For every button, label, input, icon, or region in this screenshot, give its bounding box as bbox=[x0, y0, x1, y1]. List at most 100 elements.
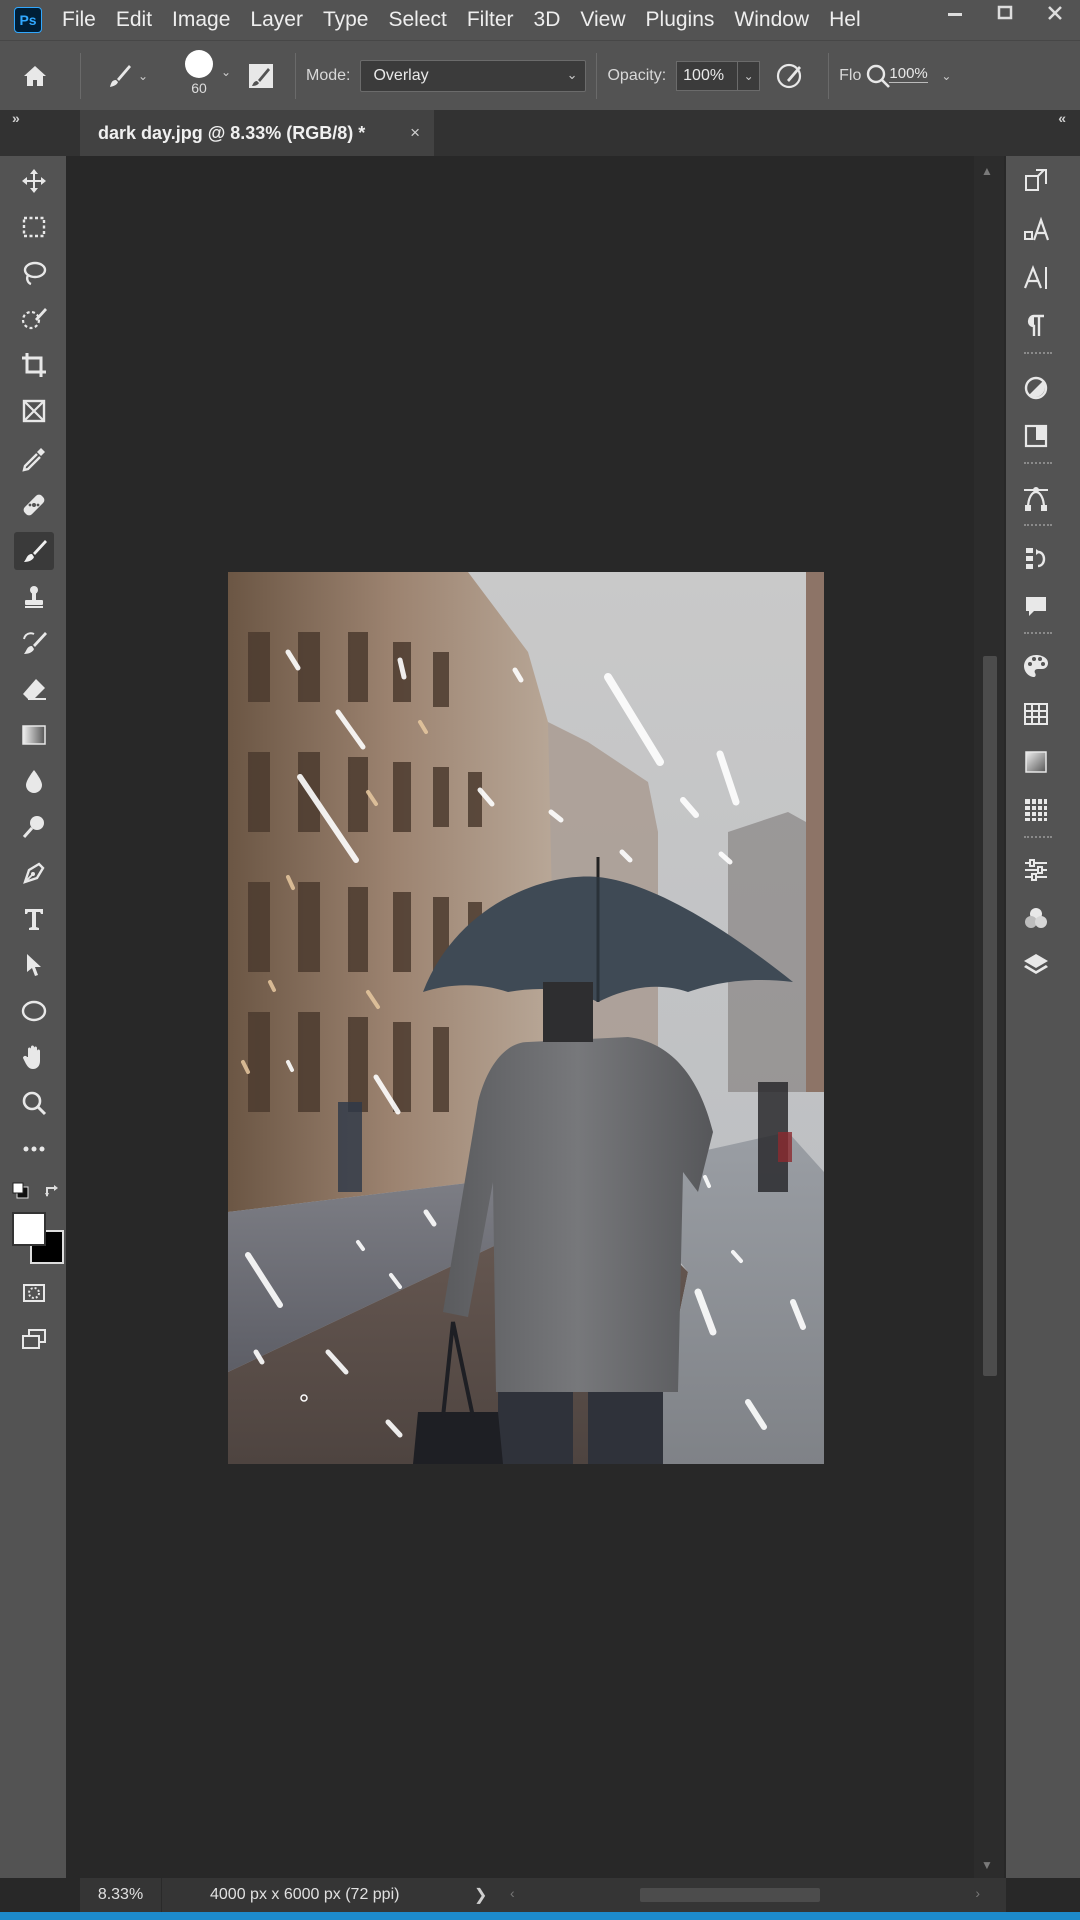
quick-mask-button[interactable] bbox=[14, 1274, 54, 1312]
menu-view[interactable]: View bbox=[570, 8, 635, 32]
history-brush-tool[interactable] bbox=[14, 624, 54, 662]
hand-tool[interactable] bbox=[14, 1038, 54, 1076]
quick-select-tool[interactable] bbox=[14, 300, 54, 338]
default-colors-icon bbox=[12, 1182, 29, 1199]
eyedropper-tool[interactable] bbox=[14, 440, 54, 478]
character-styles-button[interactable] bbox=[1018, 162, 1054, 198]
stamp-icon bbox=[25, 586, 43, 608]
brush-tool[interactable] bbox=[14, 532, 54, 570]
type-tool[interactable] bbox=[14, 900, 54, 938]
gradient-tool[interactable] bbox=[14, 716, 54, 754]
vertical-scrollbar[interactable]: ▲ ▼ bbox=[974, 156, 1004, 1878]
close-icon bbox=[1048, 6, 1062, 20]
frame-tool[interactable] bbox=[14, 392, 54, 430]
glyphs-button[interactable] bbox=[1018, 212, 1054, 248]
home-button[interactable] bbox=[0, 41, 70, 111]
foreground-color-swatch[interactable] bbox=[12, 1212, 46, 1246]
blur-tool[interactable] bbox=[14, 762, 54, 800]
gradients-button[interactable] bbox=[1018, 744, 1054, 780]
patterns-button[interactable] bbox=[1018, 792, 1054, 828]
opacity-dropdown[interactable]: ⌄ bbox=[738, 60, 761, 91]
marquee-tool[interactable] bbox=[14, 208, 54, 246]
path-selection-tool[interactable] bbox=[14, 946, 54, 984]
chevron-down-icon: ⌄ bbox=[566, 66, 578, 82]
brush-preset-picker[interactable]: ⌄ bbox=[91, 41, 161, 111]
document-canvas[interactable] bbox=[228, 572, 824, 1464]
pen-icon bbox=[23, 862, 45, 884]
layers-button[interactable] bbox=[1018, 946, 1054, 982]
menu-image[interactable]: Image bbox=[162, 8, 240, 32]
collapse-panels-icon[interactable]: « bbox=[1058, 110, 1066, 126]
chevron-down-icon: ⌄ bbox=[137, 68, 149, 83]
path-select-icon bbox=[27, 954, 41, 976]
zoom-tool[interactable] bbox=[14, 1084, 54, 1122]
mode-select[interactable]: Overlay ⌄ bbox=[360, 59, 587, 92]
minimize-button[interactable] bbox=[930, 0, 980, 26]
menu-window[interactable]: Window bbox=[724, 8, 819, 32]
clone-stamp-tool[interactable] bbox=[14, 578, 54, 616]
flow-label: Flo bbox=[839, 66, 862, 84]
photo-rainy-street-image bbox=[228, 572, 824, 1464]
document-tab[interactable]: dark day.jpg @ 8.33% (RGB/8) * × bbox=[80, 110, 434, 156]
history-button[interactable] bbox=[1018, 540, 1054, 576]
dodge-tool[interactable] bbox=[14, 808, 54, 846]
search-icon bbox=[867, 64, 891, 88]
properties-button[interactable] bbox=[1018, 852, 1054, 888]
glyphs-icon bbox=[1024, 216, 1050, 241]
menu-help[interactable]: Hel bbox=[819, 8, 871, 32]
menu-select[interactable]: Select bbox=[378, 8, 456, 32]
scroll-left-icon[interactable]: ‹ bbox=[510, 1885, 515, 1901]
menu-plugins[interactable]: Plugins bbox=[636, 8, 725, 32]
horizontal-scroll-thumb[interactable] bbox=[640, 1888, 820, 1902]
panel-dock bbox=[1006, 156, 1080, 1878]
zoom-flow-field[interactable]: 100% bbox=[865, 60, 935, 92]
chevron-down-icon[interactable]: ⌄ bbox=[941, 69, 951, 83]
pressure-icon bbox=[777, 63, 802, 88]
panel-group-divider bbox=[1024, 836, 1052, 840]
vertical-scroll-thumb[interactable] bbox=[983, 656, 997, 1376]
close-window-button[interactable] bbox=[1030, 0, 1080, 26]
close-tab-icon[interactable]: × bbox=[410, 123, 420, 143]
pressure-opacity-button[interactable] bbox=[760, 41, 818, 111]
menu-filter[interactable]: Filter bbox=[457, 8, 524, 32]
color-button[interactable] bbox=[1018, 648, 1054, 684]
swatches-button[interactable] bbox=[1018, 696, 1054, 732]
move-tool[interactable] bbox=[14, 162, 54, 200]
swap-colors-button[interactable] bbox=[44, 1182, 62, 1200]
eraser-tool[interactable] bbox=[14, 670, 54, 708]
opacity-input[interactable]: 100% bbox=[676, 60, 739, 91]
default-colors-button[interactable] bbox=[12, 1182, 30, 1200]
libraries-button[interactable] bbox=[1018, 418, 1054, 454]
crop-tool[interactable] bbox=[14, 346, 54, 384]
pen-tool[interactable] bbox=[14, 854, 54, 892]
adjustments-icon bbox=[1024, 376, 1048, 400]
horizontal-scrollbar[interactable]: ‹ › bbox=[510, 1885, 980, 1902]
scroll-right-icon[interactable]: › bbox=[975, 1885, 980, 1901]
menu-3d[interactable]: 3D bbox=[524, 8, 571, 32]
screen-mode-button[interactable] bbox=[14, 1320, 54, 1358]
comments-button[interactable] bbox=[1018, 588, 1054, 624]
chevron-down-icon: ⌄ bbox=[220, 64, 231, 79]
status-menu-chevron-icon[interactable]: ❯ bbox=[474, 1885, 487, 1905]
paragraph-button[interactable] bbox=[1018, 308, 1054, 344]
character-button[interactable] bbox=[1018, 260, 1054, 296]
collapse-toolbar-icon[interactable]: » bbox=[12, 110, 20, 126]
ellipse-tool[interactable] bbox=[14, 992, 54, 1030]
more-tools-button[interactable] bbox=[14, 1130, 54, 1168]
zoom-level-field[interactable]: 8.33% bbox=[80, 1878, 162, 1912]
maximize-button[interactable] bbox=[980, 0, 1030, 26]
channels-button[interactable] bbox=[1018, 900, 1054, 936]
scroll-down-icon[interactable]: ▼ bbox=[981, 1858, 993, 1872]
adjustments-button[interactable] bbox=[1018, 370, 1054, 406]
scroll-up-icon[interactable]: ▲ bbox=[981, 164, 993, 178]
menu-edit[interactable]: Edit bbox=[106, 8, 162, 32]
gradients-icon bbox=[1025, 751, 1047, 773]
menu-layer[interactable]: Layer bbox=[240, 8, 313, 32]
menu-type[interactable]: Type bbox=[313, 8, 379, 32]
brush-panel-toggle[interactable] bbox=[237, 41, 285, 111]
lasso-tool[interactable] bbox=[14, 254, 54, 292]
menu-file[interactable]: File bbox=[52, 8, 106, 32]
paths-button[interactable] bbox=[1018, 480, 1054, 516]
brush-size-picker[interactable]: 60 ⌄ bbox=[161, 41, 237, 111]
healing-brush-tool[interactable] bbox=[14, 486, 54, 524]
